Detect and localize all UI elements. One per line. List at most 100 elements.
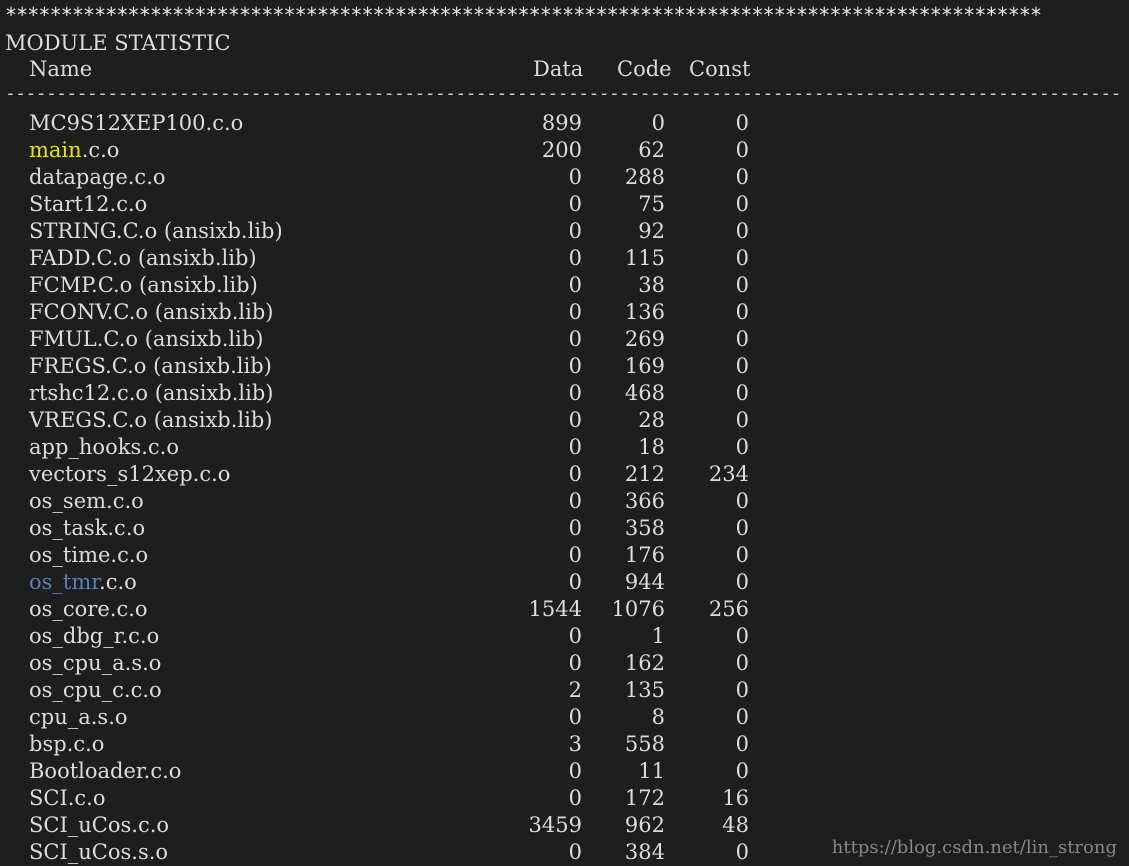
table-row: app_hooks.c.o 0 18 0 xyxy=(0,434,760,461)
const-value: 0 xyxy=(735,138,749,162)
table-row: FREGS.C.o (ansixb.lib) 0 169 0 xyxy=(0,353,760,380)
module-name: main.c.o xyxy=(29,137,119,164)
const-value: 48 xyxy=(722,813,749,837)
code-value: 1 xyxy=(651,624,665,648)
const-value: 0 xyxy=(735,219,749,243)
module-name: STRING.C.o (ansixb.lib) xyxy=(29,219,283,243)
code-value: 62 xyxy=(638,138,665,162)
data-value: 0 xyxy=(568,165,582,189)
data-value: 0 xyxy=(568,246,582,270)
code-value: 172 xyxy=(624,786,665,810)
module-name: Bootloader.c.o xyxy=(29,759,182,783)
data-value: 0 xyxy=(568,192,582,216)
data-value: 0 xyxy=(568,219,582,243)
table-row: datapage.c.o 0 288 0 xyxy=(0,164,760,191)
const-value: 0 xyxy=(735,570,749,594)
table-row: Bootloader.c.o 0 11 0 xyxy=(0,758,760,785)
data-value: 1544 xyxy=(528,597,582,621)
module-name: FREGS.C.o (ansixb.lib) xyxy=(29,354,272,378)
code-value: 269 xyxy=(624,327,665,351)
code-value: 176 xyxy=(624,543,665,567)
const-value: 0 xyxy=(735,165,749,189)
table-row: SCI_uCos.s.o 0 384 0 xyxy=(0,839,760,866)
code-value: 92 xyxy=(638,219,665,243)
highlighted-text: main xyxy=(29,138,82,162)
highlighted-text: os_tmr xyxy=(29,570,100,594)
data-value: 0 xyxy=(568,651,582,675)
table-row: MC9S12XEP100.c.o 899 0 0 xyxy=(0,110,760,137)
const-value: 0 xyxy=(735,300,749,324)
module-name: os_time.c.o xyxy=(29,543,149,567)
code-value: 0 xyxy=(651,111,665,135)
const-value: 0 xyxy=(735,651,749,675)
module-name: SCI_uCos.c.o xyxy=(29,813,170,837)
module-name: FCONV.C.o (ansixb.lib) xyxy=(29,300,274,324)
header-const: Const xyxy=(689,57,751,81)
const-value: 0 xyxy=(735,705,749,729)
const-value: 0 xyxy=(735,759,749,783)
section-title: MODULE STATISTIC xyxy=(5,31,231,55)
dash-separator: ----------------------------------------… xyxy=(5,83,1121,104)
module-name: FCMP.C.o (ansixb.lib) xyxy=(29,273,258,297)
data-value: 0 xyxy=(568,273,582,297)
const-value: 0 xyxy=(735,543,749,567)
module-name: os_core.c.o xyxy=(29,597,148,621)
table-row: os_dbg_r.c.o 0 1 0 xyxy=(0,623,760,650)
table-row: main.c.o 200 62 0 xyxy=(0,137,760,164)
data-value: 0 xyxy=(568,624,582,648)
code-value: 468 xyxy=(624,381,665,405)
module-name: bsp.c.o xyxy=(29,732,105,756)
module-name: cpu_a.s.o xyxy=(29,705,128,729)
table-row: Start12.c.o 0 75 0 xyxy=(0,191,760,218)
const-value: 0 xyxy=(735,192,749,216)
const-value: 16 xyxy=(722,786,749,810)
module-name: SCI_uCos.s.o xyxy=(29,840,169,864)
const-value: 0 xyxy=(735,381,749,405)
const-value: 0 xyxy=(735,516,749,540)
code-value: 358 xyxy=(624,516,665,540)
const-value: 234 xyxy=(708,462,749,486)
table-row: vectors_s12xep.c.o 0 212 234 xyxy=(0,461,760,488)
code-value: 115 xyxy=(624,246,665,270)
header-name: Name xyxy=(29,57,93,81)
module-name: VREGS.C.o (ansixb.lib) xyxy=(29,408,273,432)
code-value: 288 xyxy=(624,165,665,189)
table-row: FCONV.C.o (ansixb.lib) 0 136 0 xyxy=(0,299,760,326)
table-row: FADD.C.o (ansixb.lib) 0 115 0 xyxy=(0,245,760,272)
data-value: 0 xyxy=(568,300,582,324)
code-value: 28 xyxy=(638,408,665,432)
header-code: Code xyxy=(617,57,672,81)
data-value: 0 xyxy=(568,381,582,405)
data-value: 0 xyxy=(568,354,582,378)
data-value: 0 xyxy=(568,489,582,513)
data-value: 0 xyxy=(568,570,582,594)
module-name: vectors_s12xep.c.o xyxy=(29,462,231,486)
table-row: SCI.c.o 0 172 16 xyxy=(0,785,760,812)
data-value: 899 xyxy=(541,111,582,135)
const-value: 0 xyxy=(735,678,749,702)
data-value: 0 xyxy=(568,462,582,486)
data-value: 3 xyxy=(568,732,582,756)
code-value: 135 xyxy=(624,678,665,702)
table-row: cpu_a.s.o 0 8 0 xyxy=(0,704,760,731)
const-value: 256 xyxy=(708,597,749,621)
table-row: os_core.c.o 1544 1076 256 xyxy=(0,596,760,623)
data-value: 0 xyxy=(568,435,582,459)
code-value: 366 xyxy=(624,489,665,513)
const-value: 0 xyxy=(735,840,749,864)
table-row: os_cpu_a.s.o 0 162 0 xyxy=(0,650,760,677)
table-row: os_task.c.o 0 358 0 xyxy=(0,515,760,542)
code-value: 384 xyxy=(624,840,665,864)
name-suffix: .c.o xyxy=(99,570,137,594)
module-name: os_tmr.c.o xyxy=(29,569,137,596)
code-value: 558 xyxy=(624,732,665,756)
const-value: 0 xyxy=(735,111,749,135)
const-value: 0 xyxy=(735,327,749,351)
watermark: https://blog.csdn.net/lin_strong xyxy=(831,837,1117,858)
code-value: 1076 xyxy=(611,597,665,621)
module-name: FMUL.C.o (ansixb.lib) xyxy=(29,327,264,351)
const-value: 0 xyxy=(735,624,749,648)
data-value: 0 xyxy=(568,327,582,351)
module-name: MC9S12XEP100.c.o xyxy=(29,111,244,135)
code-value: 11 xyxy=(638,759,665,783)
